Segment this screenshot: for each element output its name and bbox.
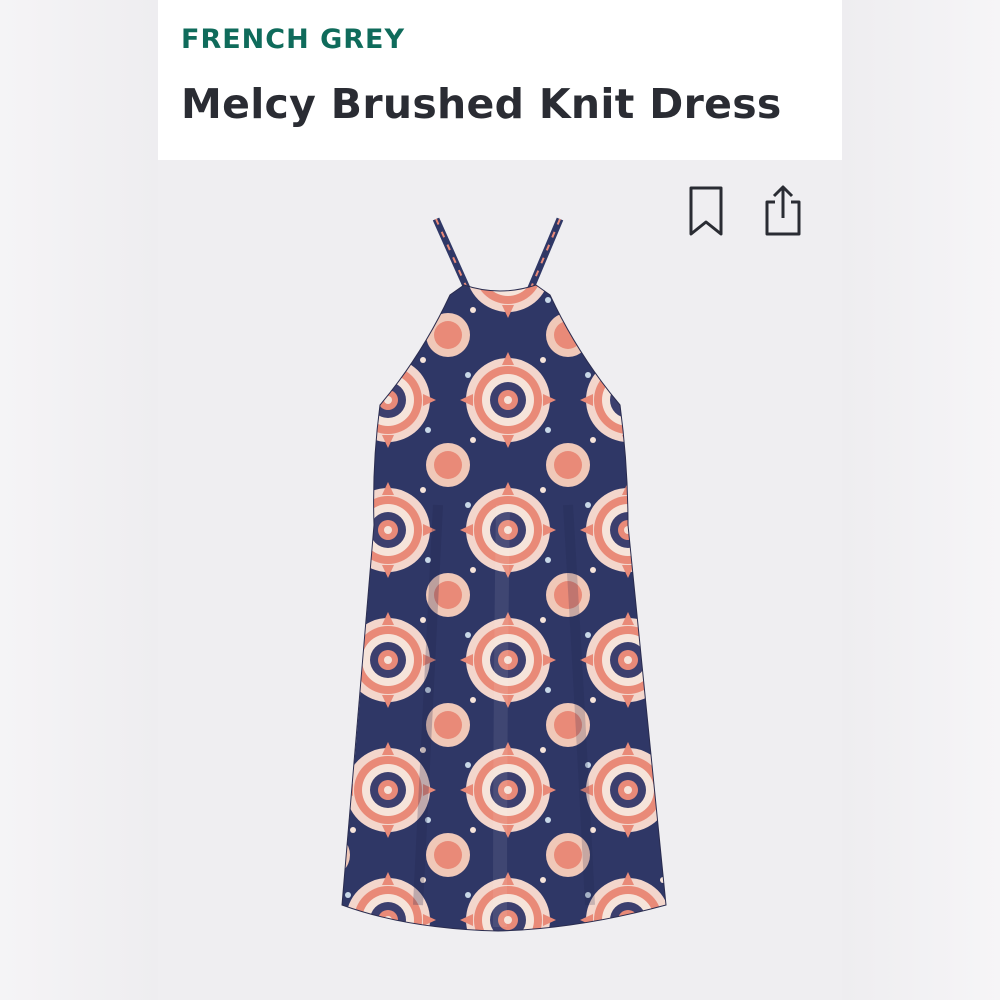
left-margin [0, 0, 158, 1000]
share-icon [765, 185, 801, 236]
save-button[interactable] [684, 182, 730, 240]
product-title: Melcy Brushed Knit Dress [181, 80, 782, 128]
product-image[interactable] [328, 205, 688, 945]
bookmark-icon [689, 186, 723, 236]
right-margin [842, 0, 1000, 1000]
product-header: FRENCH GREY Melcy Brushed Knit Dress [158, 0, 842, 160]
product-card: FRENCH GREY Melcy Brushed Knit Dress [158, 0, 842, 1000]
brand-name[interactable]: FRENCH GREY [181, 24, 405, 55]
share-button[interactable] [760, 182, 806, 240]
